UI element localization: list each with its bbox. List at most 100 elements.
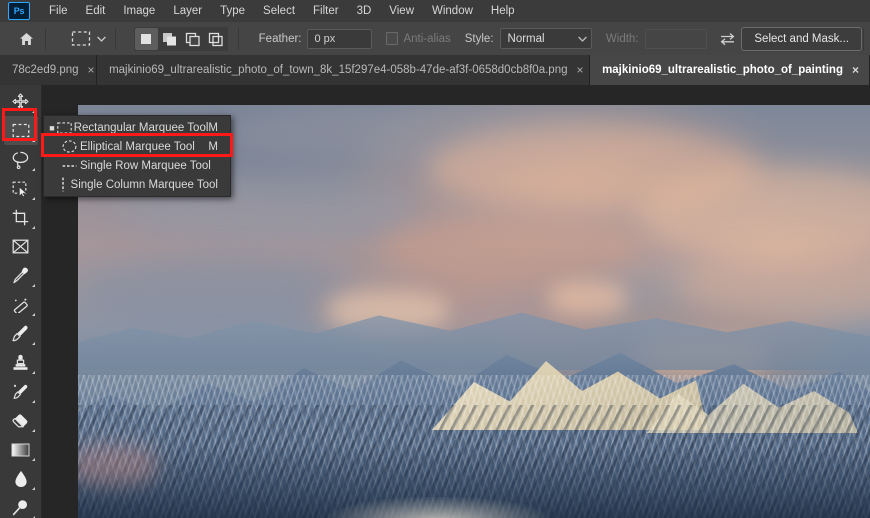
move-icon bbox=[12, 93, 29, 110]
flyout-item-shortcut: M bbox=[208, 121, 218, 134]
flyout-item-label: Elliptical Marquee Tool bbox=[80, 140, 195, 153]
eraser-tool[interactable] bbox=[4, 406, 38, 435]
flyout-item-single-column-marquee-tool[interactable]: Single Column Marquee Tool bbox=[44, 175, 230, 194]
menu-item-window[interactable]: Window bbox=[423, 2, 482, 20]
width-input[interactable] bbox=[644, 28, 707, 49]
anti-alias-checkbox[interactable] bbox=[385, 32, 399, 45]
menu-item-filter[interactable]: Filter bbox=[304, 2, 348, 20]
style-select[interactable]: Normal bbox=[499, 28, 592, 49]
select-and-mask-button[interactable]: Select and Mask... bbox=[741, 27, 862, 51]
flyout-item-single-row-marquee-tool[interactable]: Single Row Marquee Tool bbox=[44, 156, 230, 175]
flyout-item-label: Rectangular Marquee Tool bbox=[73, 121, 209, 134]
dodge-tool[interactable] bbox=[4, 493, 38, 518]
spot-healing-brush-tool[interactable] bbox=[4, 290, 38, 319]
new-selection-button[interactable] bbox=[134, 27, 158, 50]
single-column-marquee-icon bbox=[55, 177, 70, 192]
anti-alias-label: Anti-alias bbox=[403, 32, 451, 45]
flyout-corner-indicator bbox=[31, 197, 35, 200]
history-brush-icon bbox=[12, 383, 30, 400]
flyout-corner-indicator bbox=[31, 342, 35, 345]
selection-mode-group bbox=[133, 26, 228, 51]
elliptical-marquee-icon bbox=[58, 140, 80, 153]
lasso-tool[interactable] bbox=[4, 145, 38, 174]
history-brush-tool[interactable] bbox=[4, 377, 38, 406]
rectangular-marquee-icon bbox=[71, 31, 90, 46]
brush-tool[interactable] bbox=[4, 319, 38, 348]
home-button[interactable] bbox=[14, 27, 39, 51]
object-selection-icon bbox=[12, 181, 29, 197]
document-tab[interactable]: majkinio69_ultrarealistic_photo_of_town_… bbox=[97, 55, 591, 85]
feather-label: Feather: bbox=[258, 32, 302, 45]
swap-width-height-button[interactable] bbox=[717, 28, 738, 50]
clone-stamp-icon bbox=[12, 354, 29, 371]
flyout-corner-indicator bbox=[31, 139, 35, 142]
current-tool-preview[interactable] bbox=[66, 27, 95, 51]
move-tool[interactable] bbox=[4, 87, 38, 116]
document-tab-active[interactable]: majkinio69_ultrarealistic_photo_of_paint… bbox=[590, 55, 870, 85]
close-icon[interactable]: × bbox=[577, 64, 584, 76]
chevron-down-icon bbox=[578, 36, 587, 42]
feather-input[interactable]: 0 px bbox=[307, 28, 372, 49]
close-icon[interactable]: × bbox=[88, 64, 95, 76]
flyout-item-rectangular-marquee-tool[interactable]: ■ Rectangular Marquee Tool M bbox=[44, 118, 230, 137]
frame-tool[interactable] bbox=[4, 232, 38, 261]
frame-icon bbox=[12, 239, 29, 254]
brush-icon bbox=[12, 325, 29, 342]
menu-item-edit[interactable]: Edit bbox=[77, 2, 115, 20]
subtract-from-selection-button[interactable] bbox=[181, 28, 204, 50]
blur-droplet-icon bbox=[14, 470, 28, 488]
object-selection-tool[interactable] bbox=[4, 174, 38, 203]
flyout-corner-indicator bbox=[31, 487, 35, 490]
intersect-selection-icon bbox=[208, 32, 223, 46]
options-separator-2 bbox=[114, 27, 116, 50]
crop-tool[interactable] bbox=[4, 203, 38, 232]
menu-item-type[interactable]: Type bbox=[211, 2, 254, 20]
document-tab[interactable]: 78c2ed9.png × bbox=[0, 55, 98, 85]
flyout-item-elliptical-marquee-tool[interactable]: Elliptical Marquee Tool M bbox=[44, 137, 230, 156]
document-tab-label: majkinio69_ultrarealistic_photo_of_town_… bbox=[109, 64, 568, 76]
flyout-corner-indicator bbox=[31, 400, 35, 403]
crop-icon bbox=[12, 209, 29, 226]
width-label: Width: bbox=[605, 32, 639, 45]
marquee-tool-flyout-menu[interactable]: ■ Rectangular Marquee Tool M Elliptical Mar… bbox=[43, 115, 231, 197]
document-tab-label: majkinio69_ultrarealistic_photo_of_paint… bbox=[602, 64, 843, 76]
menu-item-layer[interactable]: Layer bbox=[164, 2, 211, 20]
lens-flare bbox=[78, 445, 158, 485]
gradient-tool[interactable] bbox=[4, 435, 38, 464]
home-icon bbox=[20, 32, 34, 45]
subtract-from-selection-icon bbox=[185, 32, 200, 46]
lasso-icon bbox=[12, 151, 29, 169]
flyout-corner-indicator bbox=[31, 313, 35, 316]
menu-item-file[interactable]: File bbox=[40, 2, 77, 20]
flyout-item-label: Single Row Marquee Tool bbox=[80, 159, 211, 172]
menu-item-select[interactable]: Select bbox=[254, 2, 304, 20]
chevron-down-icon bbox=[97, 36, 107, 42]
gradient-icon bbox=[11, 443, 30, 457]
close-icon[interactable]: × bbox=[852, 64, 859, 76]
document-tab-bar: 78c2ed9.png × majkinio69_ultrarealistic_ph… bbox=[0, 55, 870, 85]
flyout-corner-indicator bbox=[31, 284, 35, 287]
rectangular-marquee-icon bbox=[12, 123, 30, 138]
flyout-item-label: Single Column Marquee Tool bbox=[70, 178, 218, 191]
photoshop-logo: Ps bbox=[8, 2, 30, 20]
flyout-corner-indicator bbox=[31, 429, 35, 432]
tool-preset-chevron[interactable] bbox=[95, 27, 109, 51]
blur-tool[interactable] bbox=[4, 464, 38, 493]
eyedropper-tool[interactable] bbox=[4, 261, 38, 290]
clone-stamp-tool[interactable] bbox=[4, 348, 38, 377]
flyout-corner-indicator bbox=[31, 110, 35, 113]
swap-width-height-icon bbox=[720, 32, 735, 45]
rectangular-marquee-icon bbox=[56, 121, 74, 134]
menu-item-image[interactable]: Image bbox=[114, 2, 164, 20]
options-separator-1 bbox=[45, 27, 47, 50]
current-tool-marker: ■ bbox=[49, 122, 55, 133]
menu-item-3d[interactable]: 3D bbox=[348, 2, 381, 20]
flyout-corner-indicator bbox=[31, 226, 35, 229]
add-to-selection-button[interactable] bbox=[158, 28, 181, 50]
intersect-selection-button[interactable] bbox=[204, 28, 227, 50]
menu-item-help[interactable]: Help bbox=[482, 2, 524, 20]
menu-item-view[interactable]: View bbox=[380, 2, 423, 20]
options-bar: Feather: 0 px Anti-alias Style: Normal W… bbox=[0, 22, 870, 56]
rectangular-marquee-tool[interactable] bbox=[3, 116, 38, 145]
flyout-item-shortcut: M bbox=[208, 140, 218, 153]
